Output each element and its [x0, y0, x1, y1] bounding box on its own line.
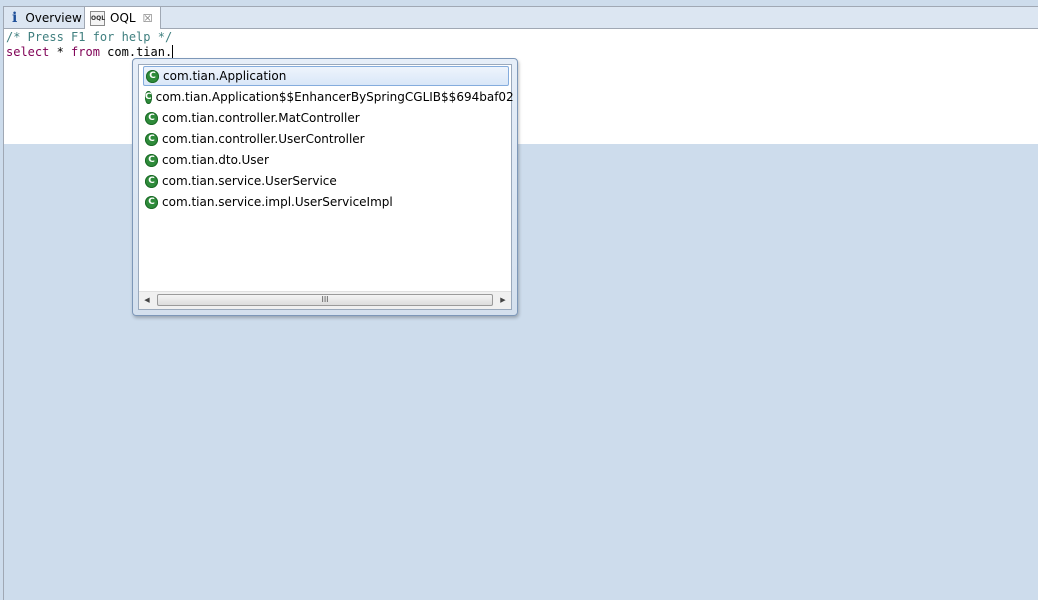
- class-icon: C: [145, 132, 158, 146]
- help-comment: /* Press F1 for help */: [6, 30, 173, 44]
- close-icon[interactable]: ☒: [143, 12, 153, 25]
- tab-label: OQL: [110, 11, 136, 25]
- autocomplete-item-label: com.tian.Application: [163, 69, 287, 83]
- keyword-select: select: [6, 45, 50, 59]
- class-icon: C: [145, 90, 152, 104]
- tab-overview[interactable]: i Overview: [4, 7, 85, 28]
- scroll-thumb[interactable]: III: [157, 294, 493, 306]
- autocomplete-item[interactable]: Ccom.tian.service.UserService: [143, 171, 509, 191]
- autocomplete-item[interactable]: Ccom.tian.dto.User: [143, 150, 509, 170]
- autocomplete-item-label: com.tian.controller.UserController: [162, 132, 365, 146]
- autocomplete-item[interactable]: Ccom.tian.controller.UserController: [143, 129, 509, 149]
- info-icon: i: [12, 9, 18, 26]
- autocomplete-item-label: com.tian.dto.User: [162, 153, 269, 167]
- query-text: com.tian.: [99, 45, 173, 59]
- autocomplete-item-label: com.tian.Application$$EnhancerBySpringCG…: [155, 90, 514, 104]
- class-icon: C: [146, 69, 159, 83]
- class-icon: C: [145, 153, 158, 167]
- autocomplete-list: ◀ III ▶ Ccom.tian.Application Ccom.tian.A…: [138, 64, 514, 310]
- tab-oql[interactable]: OQL OQL ☒: [85, 7, 161, 29]
- class-icon: C: [145, 111, 158, 125]
- scroll-right-icon[interactable]: ▶: [495, 292, 511, 309]
- autocomplete-item[interactable]: Ccom.tian.controller.MatController: [143, 108, 509, 128]
- autocomplete-item-label: com.tian.service.impl.UserServiceImpl: [162, 195, 393, 209]
- horizontal-scrollbar[interactable]: ◀ III ▶: [139, 291, 511, 309]
- text-caret: [172, 45, 174, 59]
- class-icon: C: [145, 195, 158, 209]
- autocomplete-item[interactable]: Ccom.tian.service.impl.UserServiceImpl: [143, 192, 509, 212]
- autocomplete-popup: ◀ III ▶ Ccom.tian.Application Ccom.tian.A…: [132, 58, 518, 316]
- tab-bar: i Overview OQL OQL ☒: [4, 7, 1038, 29]
- keyword-from: from: [71, 45, 100, 59]
- class-icon: C: [145, 174, 158, 188]
- oql-icon: OQL: [90, 10, 105, 26]
- autocomplete-item-label: com.tian.controller.MatController: [162, 111, 360, 125]
- star: *: [49, 45, 72, 59]
- scroll-left-icon[interactable]: ◀: [139, 292, 155, 309]
- autocomplete-item[interactable]: Ccom.tian.Application$$EnhancerBySpringC…: [143, 87, 514, 107]
- autocomplete-item-label: com.tian.service.UserService: [162, 174, 337, 188]
- tab-label: Overview: [25, 10, 82, 25]
- autocomplete-item[interactable]: Ccom.tian.Application: [143, 66, 509, 86]
